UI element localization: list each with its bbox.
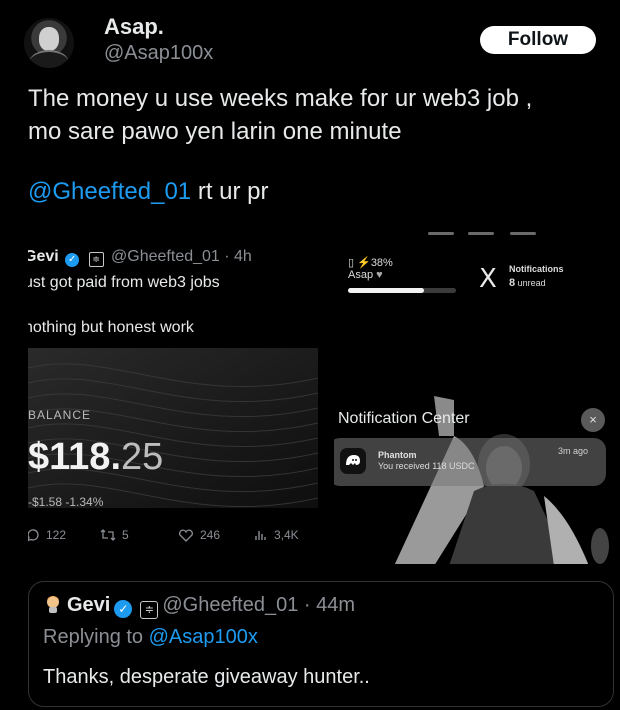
follow-button[interactable]: Follow: [480, 26, 596, 54]
verified-badge-icon: ✓: [65, 253, 80, 267]
replying-to-link[interactable]: @Asap100x: [149, 626, 258, 648]
notifications-title: Notifications: [509, 264, 564, 274]
views-count: 3,4K: [274, 528, 299, 542]
balance-change: -$1.58 -1.34%: [28, 495, 104, 508]
tweet-text-line2: mo sare pawo yen larin one minute: [28, 118, 402, 145]
phantom-ghost-icon: [340, 448, 366, 474]
status-dot: [468, 232, 494, 235]
embedded-screenshot-left[interactable]: Gevi ✓ ≑ @Gheefted_01 · 4h ust got paid …: [28, 232, 320, 564]
embedded-text-2: nothing but honest work: [28, 319, 194, 336]
status-dot: [428, 232, 454, 235]
reply-text: Thanks, desperate giveaway hunter..: [43, 666, 370, 688]
balance-whole: $118.: [28, 436, 121, 478]
affiliate-badge-icon: ≑: [88, 252, 104, 267]
embedded-text-1: ust got paid from web3 jobs: [28, 274, 220, 291]
reply-icon: [28, 529, 39, 542]
balance-label: BALANCE: [28, 408, 92, 422]
reply-handle-time: @Gheefted_01 · 44m: [162, 594, 355, 616]
retweet-count: 5: [122, 528, 129, 542]
user-handle[interactable]: @Asap100x: [104, 42, 213, 65]
mention-suffix: rt ur pr: [191, 178, 269, 205]
widget-user-name: Asap: [348, 269, 374, 281]
phantom-notification[interactable]: Phantom You received 118 USDC 3m ago: [334, 438, 606, 486]
balance-cents: 25: [121, 436, 164, 478]
notifications-count: 8 unread: [509, 277, 546, 289]
embedded-screenshot-right[interactable]: ▯ ⚡38% Asap ♥ X Notifications 8 unread N…: [334, 232, 610, 564]
close-icon[interactable]: ×: [581, 408, 605, 432]
heart-icon: [179, 529, 193, 542]
balance-amount: $118.25: [28, 436, 163, 479]
mention-line: @Gheefted_01 rt ur pr: [28, 178, 269, 206]
battery-status: ▯ ⚡38%: [348, 257, 393, 269]
embedded-name: Gevi: [28, 248, 59, 265]
notification-time: 3m ago: [558, 446, 589, 456]
retweet-metric: 5: [100, 528, 129, 542]
views-icon: [255, 531, 266, 540]
mention-link[interactable]: @Gheefted_01: [28, 178, 191, 205]
like-count: 246: [200, 528, 221, 542]
notification-app-name: Phantom: [378, 450, 417, 460]
reply-name[interactable]: Gevi: [67, 594, 110, 616]
reply-header: Gevi ✓ ≑ @Gheefted_01 · 44m: [43, 594, 355, 619]
notification-center-title: Notification Center: [338, 410, 470, 427]
embedded-handle-time: @Gheefted_01 · 4h: [111, 248, 252, 265]
notifications-unread: unread: [517, 278, 546, 288]
reply-count: 122: [46, 528, 67, 542]
replying-to: Replying to @Asap100x: [43, 626, 258, 649]
wave-pattern: [28, 348, 318, 508]
replying-prefix: Replying to: [43, 626, 149, 648]
embedded-tweet-header: Gevi ✓ ≑ @Gheefted_01 · 4h: [28, 248, 252, 267]
tweet-text: The money u use weeks make for ur web3 j…: [28, 82, 598, 148]
retweet-icon: [100, 529, 116, 541]
display-name[interactable]: Asap.: [104, 14, 164, 40]
wallet-balance-card: BALANCE $118.25 -$1.58 -1.34%: [28, 348, 318, 508]
verified-badge-icon: ✓: [114, 600, 133, 618]
status-dot: [510, 232, 536, 235]
x-logo-icon: X: [479, 264, 497, 294]
embedded-metrics: 122 5 246 3,4K: [28, 528, 320, 548]
avatar-suit: [29, 50, 69, 68]
battery-percent: 38%: [370, 257, 393, 269]
affiliate-badge-icon: ≑: [140, 601, 159, 619]
reply-metric: 122: [28, 528, 66, 542]
heart-emoji-icon: ♥: [376, 269, 383, 281]
progress-bar: [348, 288, 456, 293]
like-metric: 246: [178, 528, 220, 542]
reply-card[interactable]: Gevi ✓ ≑ @Gheefted_01 · 44m Replying to @As…: [28, 581, 614, 707]
avatar-face: [39, 27, 59, 51]
widget-user: Asap ♥: [348, 269, 383, 281]
views-metric: 3,4K: [254, 528, 299, 542]
notifications-number: 8: [509, 277, 516, 289]
tweet-text-line1: The money u use weeks make for ur web3 j…: [28, 85, 533, 112]
avatar[interactable]: [24, 18, 74, 68]
avatar-emoji-icon: [47, 596, 59, 613]
progress-fill: [348, 288, 424, 293]
notification-message: You received 118 USDC: [378, 461, 475, 471]
